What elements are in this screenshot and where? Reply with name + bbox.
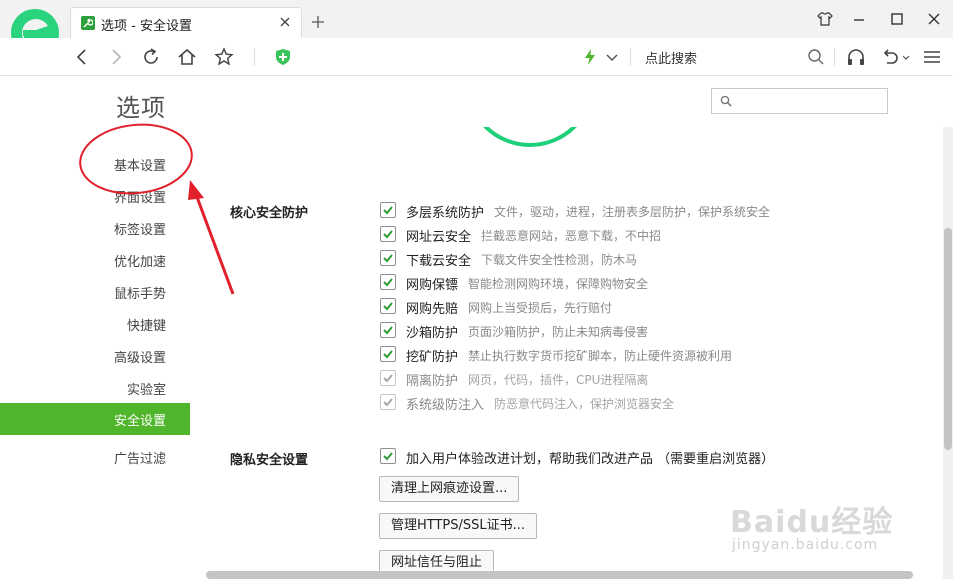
manage-certificates-button[interactable]: 管理HTTPS/SSL证书...	[379, 513, 538, 539]
checkbox[interactable]	[380, 322, 396, 338]
chevron-down-icon[interactable]	[602, 47, 622, 67]
option-name: 隔离防护	[406, 374, 459, 389]
sidebar-item-shortcuts[interactable]: 快捷键	[0, 315, 166, 334]
sidebar-item-advanced[interactable]: 高级设置	[0, 347, 166, 366]
sidebar-item-optimize[interactable]: 优化加速	[0, 251, 166, 270]
clear-traces-settings-button[interactable]: 清理上网痕迹设置...	[379, 476, 520, 502]
option-name: 网购先赔	[406, 302, 459, 317]
checkbox[interactable]	[380, 250, 396, 266]
refresh-icon[interactable]	[141, 47, 161, 67]
chevron-down-icon[interactable]	[902, 55, 910, 61]
sidebar-item-interface[interactable]: 界面设置	[0, 187, 166, 206]
option-description: 禁止执行数字货币挖矿脚本，防止硬件资源被利用	[468, 349, 733, 363]
option-description: 拦截恶意网站，恶意下载，不中招	[481, 229, 662, 243]
skin-icon[interactable]	[816, 10, 834, 28]
lightning-icon[interactable]	[580, 47, 600, 67]
page-title: 选项	[116, 94, 166, 122]
wrench-icon	[81, 16, 95, 30]
horizontal-scrollbar-thumb[interactable]	[206, 571, 913, 579]
close-window-icon[interactable]	[925, 10, 943, 28]
checkbox[interactable]	[380, 298, 396, 314]
option-name: 加入用户体验改进计划，帮助我们改进产品 （需要重启浏览器）	[406, 452, 775, 467]
security-score-ring	[465, 127, 595, 147]
checkbox[interactable]	[380, 226, 396, 242]
option-name: 挖矿防护	[406, 350, 459, 365]
sidebar-item-adblock[interactable]: 广告过滤	[0, 448, 166, 467]
option-name: 下载云安全	[406, 254, 472, 269]
checkbox	[380, 394, 396, 410]
new-tab-icon[interactable]	[310, 14, 326, 30]
checkbox[interactable]	[380, 274, 396, 290]
address-search-label[interactable]: 点此搜索	[645, 48, 697, 67]
vertical-scrollbar-thumb[interactable]	[944, 228, 952, 450]
search-icon[interactable]	[806, 47, 826, 67]
security-shield-icon[interactable]	[273, 47, 293, 67]
option-description: 防恶意代码注入，保护浏览器安全	[494, 397, 675, 411]
tab-title: 选项 - 安全设置	[101, 19, 192, 34]
option-description: 文件，驱动，进程，注册表多层防护，保护系统安全	[494, 205, 771, 219]
privacy-security-label: 隐私安全设置	[230, 453, 309, 468]
sidebar-item-basic[interactable]: 基本设置	[0, 155, 166, 174]
back-icon[interactable]	[72, 47, 92, 67]
maximize-icon[interactable]	[888, 10, 906, 28]
core-security-label: 核心安全防护	[230, 206, 309, 221]
sidebar-item-label: 安全设置	[113, 414, 166, 429]
sidebar-item-mouse-gestures[interactable]: 鼠标手势	[0, 283, 166, 302]
option-name: 多层系统防护	[406, 206, 485, 221]
nav-separator	[630, 48, 631, 66]
option-description: 页面沙箱防护，防止未知病毒侵害	[468, 325, 649, 339]
headphones-icon[interactable]	[846, 47, 866, 67]
checkbox	[380, 370, 396, 386]
option-description: 网购上当受损后，先行赔付	[468, 301, 613, 315]
option-description: 网页，代码，插件，CPU进程隔离	[468, 373, 649, 387]
tab-options[interactable]: 选项 - 安全设置	[70, 7, 302, 38]
watermark-brand: Baidu经验	[730, 505, 894, 540]
menu-icon[interactable]	[922, 47, 942, 67]
option-name: 网址云安全	[406, 230, 472, 245]
star-icon[interactable]	[214, 47, 234, 67]
sidebar-item-security[interactable]: 安全设置	[0, 403, 190, 435]
forward-icon[interactable]	[106, 47, 126, 67]
option-description: 智能检测网购环境，保障购物安全	[468, 277, 649, 291]
options-search-box[interactable]	[711, 88, 888, 114]
close-tab-icon[interactable]	[277, 14, 293, 30]
watermark-url: jingyan.baidu.com	[732, 537, 879, 553]
sidebar-item-tabs[interactable]: 标签设置	[0, 219, 166, 238]
option-description: 下载文件安全性检测，防木马	[481, 253, 638, 267]
sidebar-item-lab[interactable]: 实验室	[0, 379, 166, 398]
search-icon	[720, 95, 732, 107]
home-icon[interactable]	[177, 47, 197, 67]
option-name: 网购保镖	[406, 278, 459, 293]
undo-icon[interactable]	[880, 47, 900, 67]
nav-separator	[254, 48, 255, 66]
checkbox[interactable]	[380, 346, 396, 362]
options-search-input[interactable]	[738, 91, 883, 111]
option-name: 系统级防注入	[406, 398, 485, 413]
checkbox[interactable]	[380, 448, 396, 464]
baidu-watermark: Baidu经验 jingyan.baidu.com	[730, 497, 930, 567]
checkbox[interactable]	[380, 202, 396, 218]
minimize-icon[interactable]	[850, 10, 868, 28]
option-name: 沙箱防护	[406, 326, 459, 341]
nav-separator	[834, 48, 835, 66]
